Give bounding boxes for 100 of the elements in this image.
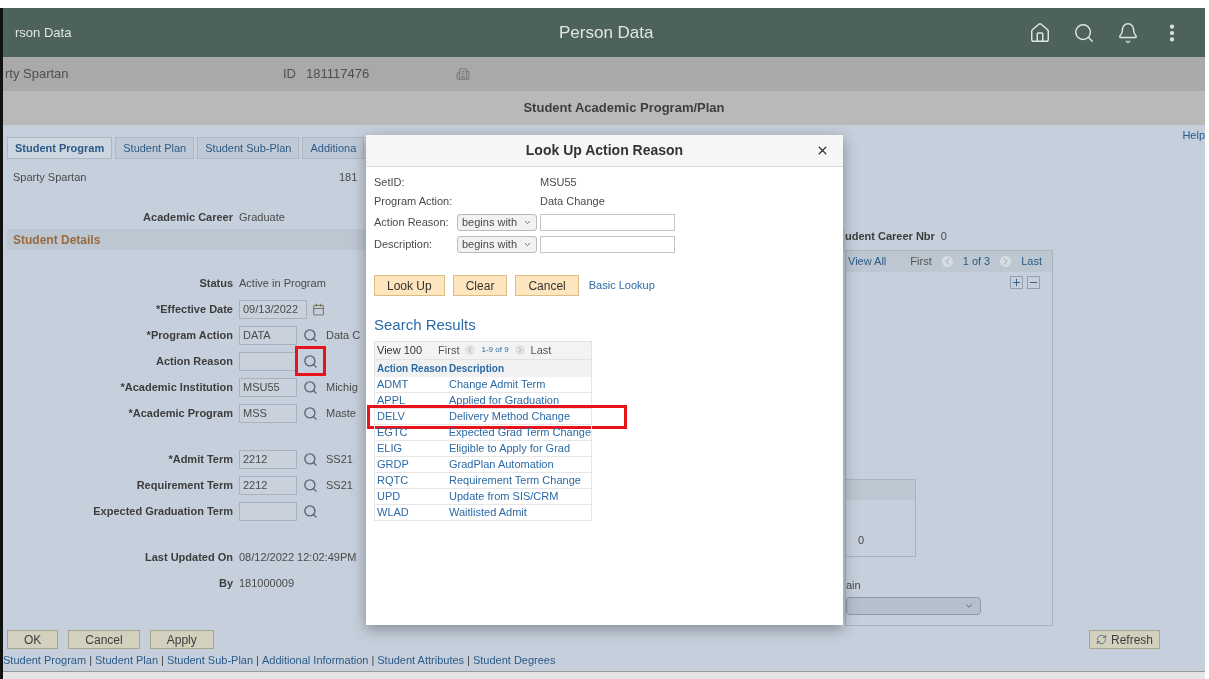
- refresh-button[interactable]: Refresh: [1088, 630, 1160, 649]
- tab[interactable]: Student Plan: [115, 137, 195, 159]
- app-title: rson Data: [15, 23, 73, 42]
- page-link[interactable]: Additional Information: [261, 651, 369, 669]
- page-link[interactable]: Student Sub-Plan: [166, 651, 254, 669]
- tab[interactable]: Additiona: [302, 137, 365, 159]
- input-field[interactable]: [540, 213, 675, 231]
- field-label: Requirement Term: [135, 477, 234, 493]
- link-separator: |: [466, 652, 471, 668]
- link-separator: |: [255, 652, 260, 668]
- search-icon[interactable]: [303, 503, 318, 519]
- result-description[interactable]: GradPlan Automation: [447, 455, 554, 473]
- page-link[interactable]: Student Program: [3, 651, 87, 669]
- result-description[interactable]: Waitlisted Admit: [447, 503, 527, 521]
- field-label: Academic Career: [142, 210, 234, 225]
- result-description[interactable]: Update from SIS/CRM: [447, 487, 559, 505]
- dialog-button[interactable]: Look Up: [374, 275, 445, 296]
- info-value: MSU55: [540, 175, 577, 191]
- field-label: By: [217, 575, 234, 591]
- date-field[interactable]: 09/13/2022: [239, 299, 307, 319]
- info-label: Program Action:: [374, 194, 454, 210]
- remove-icon[interactable]: [1027, 276, 1040, 289]
- field-label: *Academic Institution: [119, 379, 234, 395]
- input-field[interactable]: MSU55: [239, 377, 297, 397]
- field-label: *Program Action: [145, 327, 234, 343]
- results-title: Search Results: [374, 315, 477, 335]
- select-field[interactable]: [846, 596, 981, 615]
- add-icon[interactable]: [1010, 276, 1023, 289]
- criteria-label: Action Reason:: [374, 214, 450, 230]
- help-link[interactable]: Help: [1182, 127, 1205, 144]
- search-icon[interactable]: [303, 477, 318, 493]
- result-code[interactable]: UPD: [375, 487, 447, 505]
- result-description[interactable]: Change Admit Term: [447, 375, 546, 393]
- student-id: 181: [339, 170, 358, 185]
- input-field[interactable]: MSS: [239, 403, 297, 423]
- student-name: Sparty Spartan: [12, 170, 88, 185]
- field-label: Last Updated On: [144, 549, 234, 565]
- page-link[interactable]: Student Degrees: [472, 651, 556, 669]
- field-description: Data C: [326, 327, 361, 343]
- field-label: *Admit Term: [167, 451, 234, 467]
- form-button[interactable]: Cancel: [68, 630, 140, 649]
- close-icon[interactable]: [816, 144, 829, 157]
- column-header[interactable]: Action Reason: [375, 360, 447, 376]
- field-label: Status: [198, 275, 234, 291]
- info-value: Data Change: [540, 194, 605, 210]
- result-code[interactable]: WLAD: [375, 503, 447, 521]
- home-icon[interactable]: [1029, 21, 1051, 44]
- field-value: Active in Program: [239, 275, 326, 291]
- input-field[interactable]: 2212: [239, 475, 297, 495]
- page-header-title: Person Data: [558, 21, 655, 44]
- field-label: Action Reason: [155, 353, 234, 369]
- search-icon[interactable]: [303, 327, 318, 343]
- tab[interactable]: Student Program: [7, 137, 113, 159]
- field-label: *Academic Program: [127, 405, 234, 421]
- result-code[interactable]: RQTC: [375, 471, 447, 489]
- field-value: 08/12/2022 12:02:49PM: [239, 549, 357, 565]
- view-all-link[interactable]: View All: [848, 253, 887, 270]
- search-icon[interactable]: [303, 379, 318, 395]
- search-icon[interactable]: [1073, 21, 1095, 44]
- result-code[interactable]: ADMT: [375, 375, 447, 393]
- input-field[interactable]: [239, 501, 297, 521]
- info-label: SetID:: [374, 175, 406, 191]
- field-value: Graduate: [239, 210, 285, 225]
- refresh-icon: [1095, 634, 1107, 645]
- page-link[interactable]: Student Attributes: [377, 651, 465, 669]
- result-description[interactable]: Expected Grad Term Change: [446, 423, 591, 441]
- result-description[interactable]: Applied for Graduation: [447, 391, 560, 409]
- calendar-icon[interactable]: [312, 302, 325, 316]
- search-icon[interactable]: [303, 451, 318, 467]
- bell-icon[interactable]: [1117, 21, 1139, 44]
- operator-select[interactable]: begins with: [457, 235, 537, 253]
- field-label: *Effective Date: [154, 301, 234, 317]
- dialog-button[interactable]: Cancel: [515, 275, 579, 296]
- result-description[interactable]: Eligible to Apply for Grad: [447, 439, 571, 457]
- dialog-button[interactable]: Clear: [452, 275, 508, 296]
- input-field[interactable]: [239, 351, 297, 371]
- result-description[interactable]: Requirement Term Change: [447, 471, 581, 489]
- result-code[interactable]: APPL: [375, 391, 447, 409]
- section-title: Student Details: [13, 231, 101, 249]
- page-link[interactable]: Student Plan: [95, 651, 158, 669]
- form-button[interactable]: OK: [7, 630, 59, 649]
- basic-lookup-link[interactable]: Basic Lookup: [588, 277, 655, 294]
- input-field[interactable]: [540, 235, 675, 253]
- result-code[interactable]: ELIG: [375, 439, 447, 457]
- last-link[interactable]: Last: [1021, 253, 1043, 270]
- field-description: Michig: [326, 379, 358, 395]
- column-header[interactable]: Description: [447, 360, 504, 376]
- person-id: 181117476: [306, 65, 371, 84]
- view-100-link[interactable]: View 100: [377, 341, 423, 359]
- link-separator: |: [160, 652, 165, 668]
- operator-select[interactable]: begins with: [457, 213, 537, 231]
- person-name: rty Spartan: [4, 65, 70, 84]
- result-code[interactable]: EGTC: [375, 423, 447, 441]
- form-button[interactable]: Apply: [149, 630, 214, 649]
- search-icon[interactable]: [303, 405, 318, 421]
- tab[interactable]: Student Sub-Plan: [197, 137, 300, 159]
- input-field[interactable]: 2212: [239, 449, 297, 469]
- search-icon[interactable]: [303, 353, 318, 369]
- input-field[interactable]: DATA: [239, 325, 297, 345]
- result-code[interactable]: GRDP: [375, 455, 447, 473]
